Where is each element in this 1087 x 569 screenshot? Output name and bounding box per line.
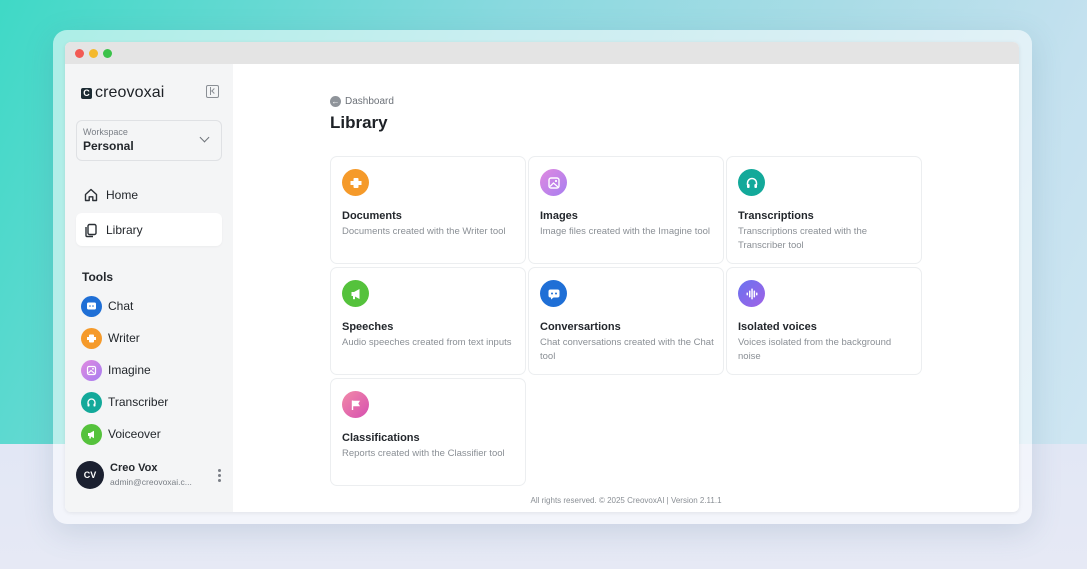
speeches-icon — [342, 280, 369, 307]
library-card-classifications[interactable]: Classifications Reports created with the… — [330, 378, 526, 486]
tool-label: Writer — [108, 331, 140, 345]
breadcrumb[interactable]: ← Dashboard — [330, 96, 394, 107]
conversations-icon — [540, 280, 567, 307]
tool-item-voiceover[interactable]: Voiceover — [81, 423, 161, 445]
collapse-sidebar-icon[interactable] — [206, 85, 219, 98]
card-title: Images — [540, 210, 578, 222]
main-content: ← Dashboard Library Documents Documents … — [233, 64, 1019, 512]
avatar: CV — [76, 461, 104, 489]
tool-label: Transcriber — [108, 395, 169, 409]
isolated-voices-icon — [738, 280, 765, 307]
more-options-icon[interactable] — [218, 469, 221, 483]
card-title: Documents — [342, 210, 402, 222]
transcriptions-icon — [738, 169, 765, 196]
imagine-icon — [81, 359, 102, 381]
maximize-window-button[interactable] — [103, 49, 112, 58]
library-card-conversations[interactable]: Conversartions Chat conversations create… — [528, 267, 724, 375]
user-profile[interactable]: CV Creo Vox admin@creovoxai.c... — [76, 460, 224, 494]
card-description: Documents created with the Writer tool — [342, 226, 506, 237]
minimize-window-button[interactable] — [89, 49, 98, 58]
sidebar-item-label: Home — [106, 187, 139, 202]
library-card-speeches[interactable]: Speeches Audio speeches created from tex… — [330, 267, 526, 375]
library-icon — [83, 222, 99, 238]
logo[interactable]: C creovoxai — [81, 84, 164, 102]
card-description: Chat conversations created with the Chat… — [540, 337, 714, 362]
chat-icon — [81, 295, 102, 317]
card-title: Conversartions — [540, 321, 621, 333]
home-icon — [83, 187, 99, 203]
workspace-label: Workspace — [83, 127, 128, 137]
transcriber-icon — [81, 391, 102, 413]
tool-label: Voiceover — [108, 427, 161, 441]
tool-label: Imagine — [108, 363, 151, 377]
user-name: Creo Vox — [110, 462, 158, 474]
chevron-down-icon — [199, 132, 210, 143]
tool-item-chat[interactable]: Chat — [81, 295, 133, 317]
title-bar — [65, 42, 1019, 64]
back-arrow-icon: ← — [330, 96, 341, 107]
card-description: Image files created with the Imagine too… — [540, 226, 711, 237]
card-description: Voices isolated from the background nois… — [738, 337, 892, 362]
classifications-icon — [342, 391, 369, 418]
close-window-button[interactable] — [75, 49, 84, 58]
breadcrumb-label: Dashboard — [345, 96, 394, 107]
page-title: Library — [330, 113, 388, 132]
logo-text: creovoxai — [95, 84, 165, 101]
user-email: admin@creovoxai.c... — [110, 477, 192, 487]
card-description: Audio speeches created from text inputs — [342, 337, 512, 348]
library-card-documents[interactable]: Documents Documents created with the Wri… — [330, 156, 526, 264]
card-title: Transcriptions — [738, 210, 814, 222]
card-description: Transcriptions created with the Transcri… — [738, 226, 868, 251]
tool-item-transcriber[interactable]: Transcriber — [81, 391, 168, 413]
sidebar-item-library[interactable]: Library — [76, 213, 222, 246]
app-window: C creovoxai Workspace Personal Home Libr… — [65, 42, 1019, 512]
card-title: Isolated voices — [738, 321, 817, 333]
tool-item-writer[interactable]: Writer — [81, 327, 140, 349]
card-title: Classifications — [342, 432, 420, 444]
workspace-select[interactable]: Workspace Personal — [76, 120, 222, 161]
images-icon — [540, 169, 567, 196]
library-card-images[interactable]: Images Image files created with the Imag… — [528, 156, 724, 264]
documents-icon — [342, 169, 369, 196]
card-description: Reports created with the Classifier tool — [342, 448, 505, 459]
library-card-transcriptions[interactable]: Transcriptions Transcriptions created wi… — [726, 156, 922, 264]
card-title: Speeches — [342, 321, 394, 333]
sidebar: C creovoxai Workspace Personal Home Libr… — [65, 64, 233, 512]
sidebar-item-label: Library — [106, 222, 143, 237]
footer: All rights reserved. © 2025 CreovoxAI | … — [530, 496, 722, 505]
sidebar-item-home[interactable]: Home — [76, 178, 222, 211]
writer-icon — [81, 327, 102, 349]
library-card-isolated-voices[interactable]: Isolated voices Voices isolated from the… — [726, 267, 922, 375]
tool-item-imagine[interactable]: Imagine — [81, 359, 151, 381]
workspace-value: Personal — [83, 139, 134, 153]
voiceover-icon — [81, 423, 102, 445]
tools-heading: Tools — [82, 270, 114, 284]
tool-label: Chat — [108, 299, 134, 313]
logo-mark: C — [81, 87, 92, 99]
